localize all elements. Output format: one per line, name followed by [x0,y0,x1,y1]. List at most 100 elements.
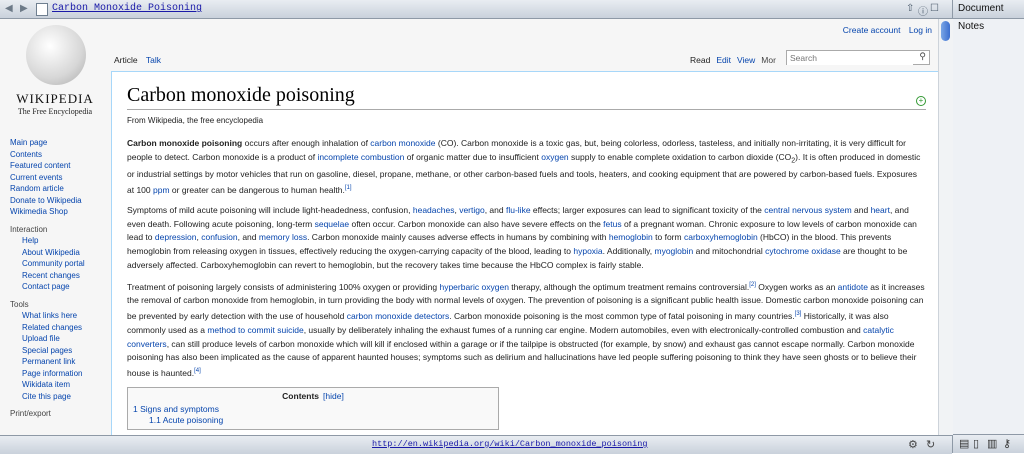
text: , and [237,232,259,243]
info-icon[interactable]: ⓘ [918,3,928,18]
toc-heading: Contents [hide] [133,391,493,401]
vertical-scrollbar[interactable] [938,19,953,435]
tab-talk[interactable]: Talk [146,55,161,65]
tab-read[interactable]: Read [690,55,710,65]
plus-icon[interactable]: + [916,96,926,106]
sidebar-item-main-page[interactable]: Main page [10,137,110,149]
link-heart[interactable]: heart [871,205,890,215]
forward-icon[interactable]: ▶ [20,3,28,14]
link-hemoglobin[interactable]: hemoglobin [609,232,653,242]
search-icon[interactable]: ⚲ [919,51,926,62]
sidebar-item-random[interactable]: Random article [10,183,110,195]
list-icon[interactable]: ▤ [959,437,969,450]
sidebar-item-wikidata[interactable]: Wikidata item [10,379,110,391]
tab-more[interactable]: Mor [761,55,776,65]
link-flu-like[interactable]: flu-like [506,205,531,215]
toc-hide-link[interactable]: [hide] [323,391,344,401]
link-antidote[interactable]: antidote [838,282,868,292]
toc-item[interactable]: 1.1 Acute poisoning [149,415,223,425]
toc-title: Contents [282,390,320,401]
sidebar-item-featured[interactable]: Featured content [10,160,110,172]
personal-tools: Create account Log in [837,25,932,35]
notes-toolbar: ▤ ▯ ▥ ⚷ [953,434,1024,453]
sidebar-item-upload[interactable]: Upload file [10,333,110,345]
link-hypoxia[interactable]: hypoxia [573,246,602,256]
text: Symptoms of mild acute poisoning will in… [127,204,413,215]
table-of-contents: Contents [hide] 1 Signs and symptoms 1.1 … [127,386,499,430]
paragraph-lead: Carbon monoxide poisoning occurs after e… [127,137,926,198]
sidebar-item-shop[interactable]: Wikimedia Shop [10,206,110,218]
link-depression[interactable]: depression [155,232,197,242]
back-icon[interactable]: ◀ [5,3,13,14]
key-icon[interactable]: ⚷ [1003,437,1011,450]
tab-view-history[interactable]: View [737,55,755,65]
search-input[interactable] [787,51,913,65]
puzzle-globe-icon [26,25,86,85]
sidebar-item-contact[interactable]: Contact page [10,281,110,293]
sidebar-item-contents[interactable]: Contents [10,149,110,161]
sidebar-main: Main page Contents Featured content Curr… [10,137,110,218]
sidebar-item-permanent[interactable]: Permanent link [10,356,110,368]
citation-link[interactable]: [2] [749,282,756,288]
sidebar-item-cite[interactable]: Cite this page [10,391,110,403]
document-notes-panel: Document Notes ▤ ▯ ▥ ⚷ [952,0,1024,453]
sidebar-heading-print[interactable]: Print/export [10,408,110,420]
sidebar: Main page Contents Featured content Curr… [10,137,110,420]
sidebar-item-related[interactable]: Related changes [10,322,110,334]
link-cns[interactable]: central nervous system [764,205,851,215]
status-url[interactable]: http://en.wikipedia.org/wiki/Carbon_mono… [372,439,647,449]
view-tabs: Read Edit View Mor [690,55,782,65]
link-sequelae[interactable]: sequelae [315,219,350,229]
site-subtitle: From Wikipedia, the free encyclopedia [127,116,264,125]
text: , usually by deliberately inhaling the e… [303,324,864,335]
tools-icon[interactable]: ⚙ [908,438,918,451]
link-myoglobin[interactable]: myoglobin [655,246,694,256]
tab-title[interactable]: Carbon Monoxide Poisoning [52,3,202,14]
link-carbon-monoxide[interactable]: carbon monoxide [370,138,435,148]
link-ppm[interactable]: ppm [153,185,170,195]
wordmark: WIKIPEDIA [16,91,94,106]
text: Treatment of poisoning largely consists … [127,281,440,292]
citation-link[interactable]: [4] [194,368,201,374]
text: Oxygen works as an [755,281,838,292]
link-headaches[interactable]: headaches [413,205,455,215]
create-account-link[interactable]: Create account [843,25,901,35]
sidebar-heading-tools[interactable]: Tools [10,299,110,311]
link-confusion[interactable]: confusion [201,232,237,242]
sidebar-item-special[interactable]: Special pages [10,345,110,357]
wikipedia-logo[interactable]: WIKIPEDIA The Free Encyclopedia [0,19,110,139]
reload-icon[interactable]: ↻ [926,438,935,451]
books-icon[interactable]: ▥ [987,437,997,450]
tab-edit[interactable]: Edit [716,55,731,65]
sidebar-heading-interaction[interactable]: Interaction [10,224,110,236]
lock-icon[interactable]: ⇧ [906,3,914,14]
tab-article[interactable]: Article [114,55,138,65]
link-fetus[interactable]: fetus [603,219,621,229]
sidebar-item-donate[interactable]: Donate to Wikipedia [10,195,110,207]
sidebar-item-current-events[interactable]: Current events [10,172,110,184]
link-carboxyhemoglobin[interactable]: carboxyhemoglobin [684,232,758,242]
link-co-detectors[interactable]: carbon monoxide detectors [347,311,450,321]
sidebar-item-community[interactable]: Community portal [10,258,110,270]
scrollbar-thumb[interactable] [941,21,950,41]
link-vertigo[interactable]: vertigo [459,205,485,215]
link-memory-loss[interactable]: memory loss [259,232,307,242]
link-suicide-method[interactable]: method to commit suicide [207,325,303,335]
link-oxygen[interactable]: oxygen [541,152,568,162]
citation-link[interactable]: [1] [345,185,352,191]
page-title: Carbon monoxide poisoning [127,84,926,110]
sidebar-item-about[interactable]: About Wikipedia [10,247,110,259]
sidebar-item-help[interactable]: Help [10,235,110,247]
page-view-icon[interactable]: ▯ [973,437,979,450]
sidebar-item-page-info[interactable]: Page information [10,368,110,380]
link-incomplete-combustion[interactable]: incomplete combustion [317,152,404,162]
toc-item[interactable]: 1 Signs and symptoms [133,404,219,414]
login-link[interactable]: Log in [909,25,932,35]
sidebar-item-what-links[interactable]: What links here [10,310,110,322]
text: effects; larger exposures can lead to si… [530,204,765,215]
bookmark-icon[interactable]: ☐ [930,3,939,14]
link-hyperbaric-oxygen[interactable]: hyperbaric oxygen [439,282,508,292]
link-cytochrome-oxidase[interactable]: cytochrome oxidase [765,246,841,256]
sidebar-item-recent-changes[interactable]: Recent changes [10,270,110,282]
text: of organic matter due to insufficient [404,151,542,162]
